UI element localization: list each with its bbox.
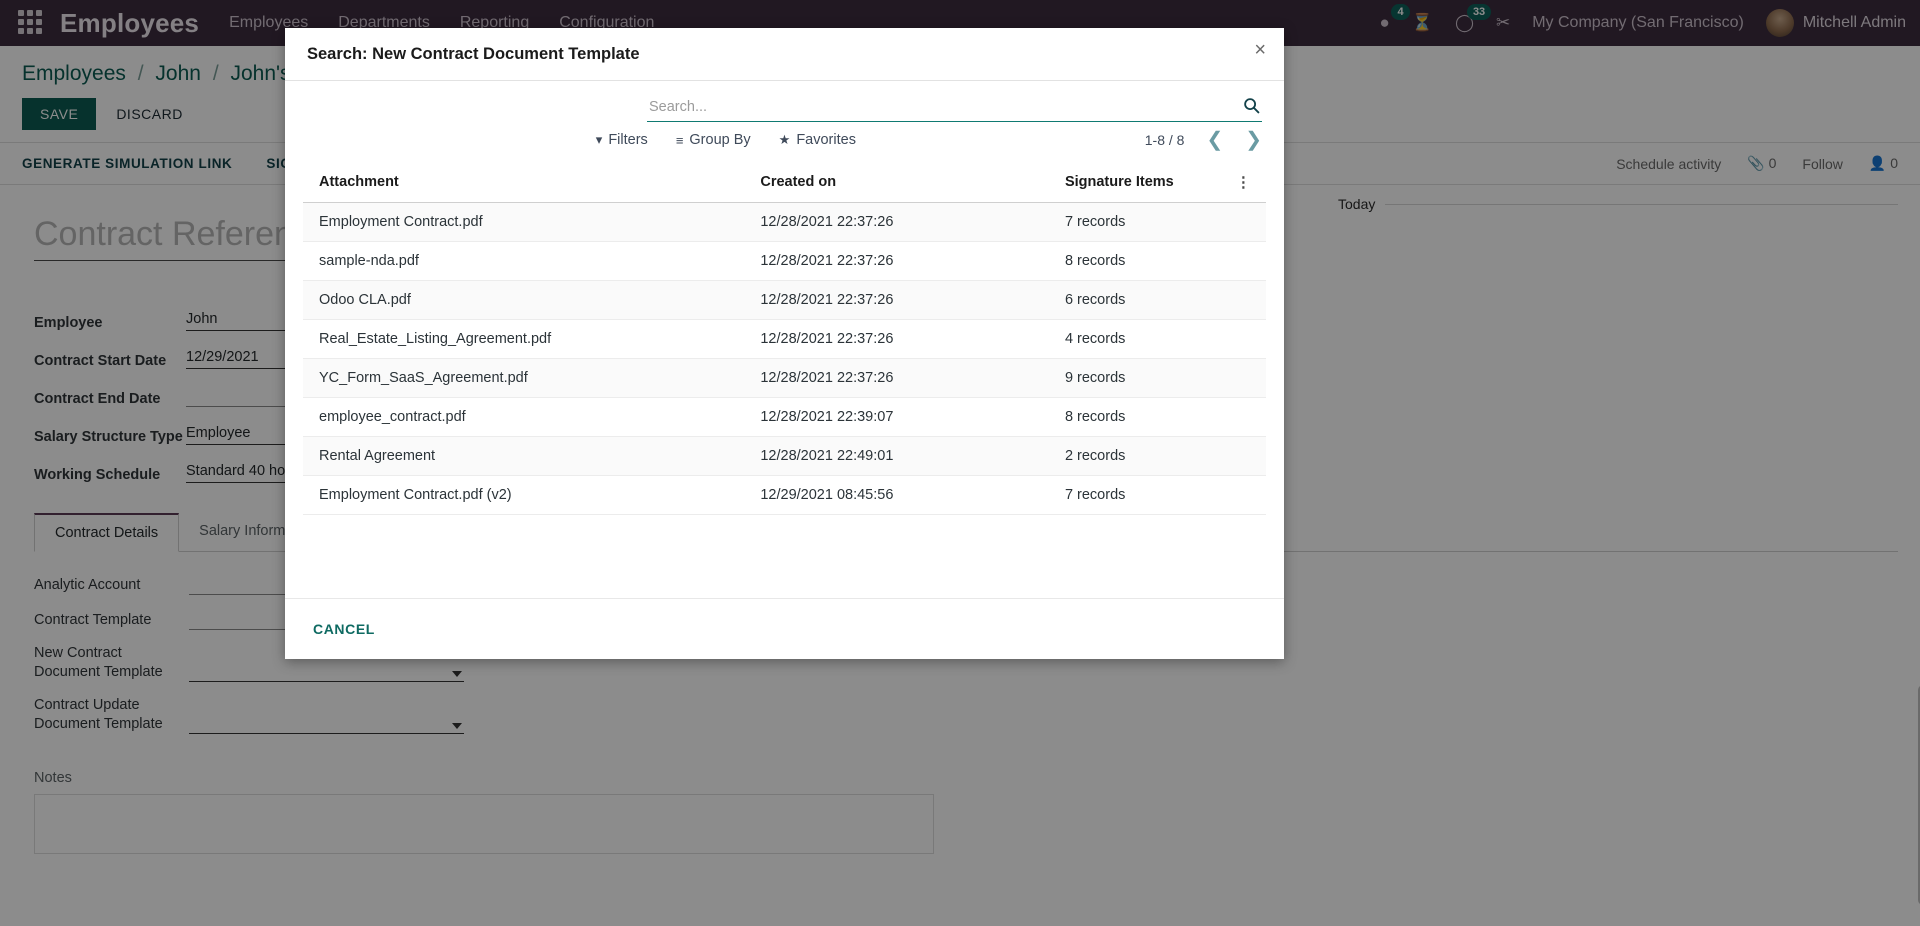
table-row[interactable]: Employment Contract.pdf (v2) 12/29/2021 0… (303, 475, 1266, 515)
cell-spacer (1235, 319, 1266, 359)
table-head: Attachment Created on Signature Items ⋮ (303, 162, 1266, 203)
filter-icon: ▾ (595, 132, 603, 147)
group-by-button[interactable]: ≡ Group By (676, 132, 751, 148)
dialog-title: Search: New Contract Document Template (307, 44, 640, 63)
table-row[interactable]: Employment Contract.pdf 12/28/2021 22:37:… (303, 202, 1266, 242)
cell-spacer (1235, 436, 1266, 476)
search-dialog: Search: New Contract Document Template ×… (285, 28, 1284, 659)
group-by-icon: ≡ (675, 132, 684, 148)
cell-attachment: YC_Form_SaaS_Agreement.pdf (303, 358, 761, 398)
cell-attachment: employee_contract.pdf (303, 397, 761, 437)
column-header-signature-items[interactable]: Signature Items (1064, 162, 1236, 203)
column-options-button[interactable]: ⋮ (1235, 162, 1266, 203)
dialog-header: Search: New Contract Document Template × (285, 28, 1284, 81)
cell-spacer (1235, 358, 1266, 398)
cell-created-on: 12/29/2021 08:45:56 (760, 475, 1065, 515)
table-row[interactable]: Rental Agreement 12/28/2021 22:49:01 2 rec… (303, 436, 1266, 476)
cell-attachment: Employment Contract.pdf (303, 202, 761, 242)
pager-count: 1-8 / 8 (1144, 132, 1185, 148)
filter-buttons: ▾ Filters ≡ Group By ★ Favorites (596, 132, 856, 148)
cancel-button[interactable]: CANCEL (307, 617, 381, 641)
search-icon[interactable] (1243, 97, 1260, 119)
favorites-label: Favorites (796, 132, 856, 148)
chevron-right-icon[interactable]: ❯ (1245, 130, 1262, 150)
cell-attachment: sample-nda.pdf (303, 241, 761, 281)
cell-signature-items: 4 records (1064, 319, 1236, 359)
table-header-row: Attachment Created on Signature Items ⋮ (303, 162, 1266, 203)
cell-signature-items: 8 records (1064, 241, 1236, 281)
cell-created-on: 12/28/2021 22:37:26 (760, 319, 1065, 359)
table-row[interactable]: YC_Form_SaaS_Agreement.pdf 12/28/2021 22:… (303, 358, 1266, 398)
cell-created-on: 12/28/2021 22:37:26 (760, 202, 1065, 242)
table-row[interactable]: Odoo CLA.pdf 12/28/2021 22:37:26 6 records (303, 280, 1266, 320)
search-field-wrapper (647, 95, 1262, 122)
group-by-label: Group By (689, 132, 751, 148)
cell-spacer (1235, 397, 1266, 437)
chevron-left-icon[interactable]: ❮ (1206, 130, 1223, 150)
app-root: Employees Employees Departments Reportin… (0, 0, 1920, 926)
cell-signature-items: 7 records (1064, 202, 1236, 242)
cell-created-on: 12/28/2021 22:37:26 (760, 280, 1065, 320)
filters-label: Filters (608, 132, 648, 148)
cell-created-on: 12/28/2021 22:39:07 (760, 397, 1065, 437)
filters-button[interactable]: ▾ Filters (596, 132, 648, 148)
cell-created-on: 12/28/2021 22:49:01 (760, 436, 1065, 476)
results-table: Attachment Created on Signature Items ⋮ … (303, 162, 1266, 515)
cell-spacer (1235, 241, 1266, 281)
table-body: Employment Contract.pdf 12/28/2021 22:37:… (303, 202, 1266, 515)
cell-signature-items: 6 records (1064, 280, 1236, 320)
cell-attachment: Real_Estate_Listing_Agreement.pdf (303, 319, 761, 359)
column-header-created-on[interactable]: Created on (760, 162, 1065, 203)
column-header-attachment[interactable]: Attachment (303, 162, 761, 203)
cell-spacer (1235, 202, 1266, 242)
cell-signature-items: 8 records (1064, 397, 1236, 437)
cell-attachment: Rental Agreement (303, 436, 761, 476)
pager: 1-8 / 8 ❮ ❯ (1145, 130, 1262, 150)
table-row[interactable]: employee_contract.pdf 12/28/2021 22:39:07… (303, 397, 1266, 437)
table-row[interactable]: Real_Estate_Listing_Agreement.pdf 12/28/2… (303, 319, 1266, 359)
dialog-footer: CANCEL (285, 598, 1284, 659)
cell-signature-items: 2 records (1064, 436, 1236, 476)
cell-attachment: Employment Contract.pdf (v2) (303, 475, 761, 515)
cell-spacer (1235, 475, 1266, 515)
favorites-button[interactable]: ★ Favorites (779, 132, 856, 148)
cell-signature-items: 9 records (1064, 358, 1236, 398)
cell-signature-items: 7 records (1064, 475, 1236, 515)
cell-spacer (1235, 280, 1266, 320)
vertical-dots-icon[interactable]: ⋮ (1236, 174, 1251, 191)
search-input[interactable] (647, 95, 1262, 122)
dialog-search-area (285, 81, 1284, 122)
close-icon[interactable]: × (1254, 40, 1266, 60)
star-icon: ★ (778, 132, 791, 147)
dialog-filter-row: ▾ Filters ≡ Group By ★ Favorites 1-8 / 8… (285, 122, 1284, 162)
cell-created-on: 12/28/2021 22:37:26 (760, 358, 1065, 398)
cell-attachment: Odoo CLA.pdf (303, 280, 761, 320)
results-table-zone: Attachment Created on Signature Items ⋮ … (285, 162, 1284, 598)
cell-created-on: 12/28/2021 22:37:26 (760, 241, 1065, 281)
table-row[interactable]: sample-nda.pdf 12/28/2021 22:37:26 8 recor… (303, 241, 1266, 281)
